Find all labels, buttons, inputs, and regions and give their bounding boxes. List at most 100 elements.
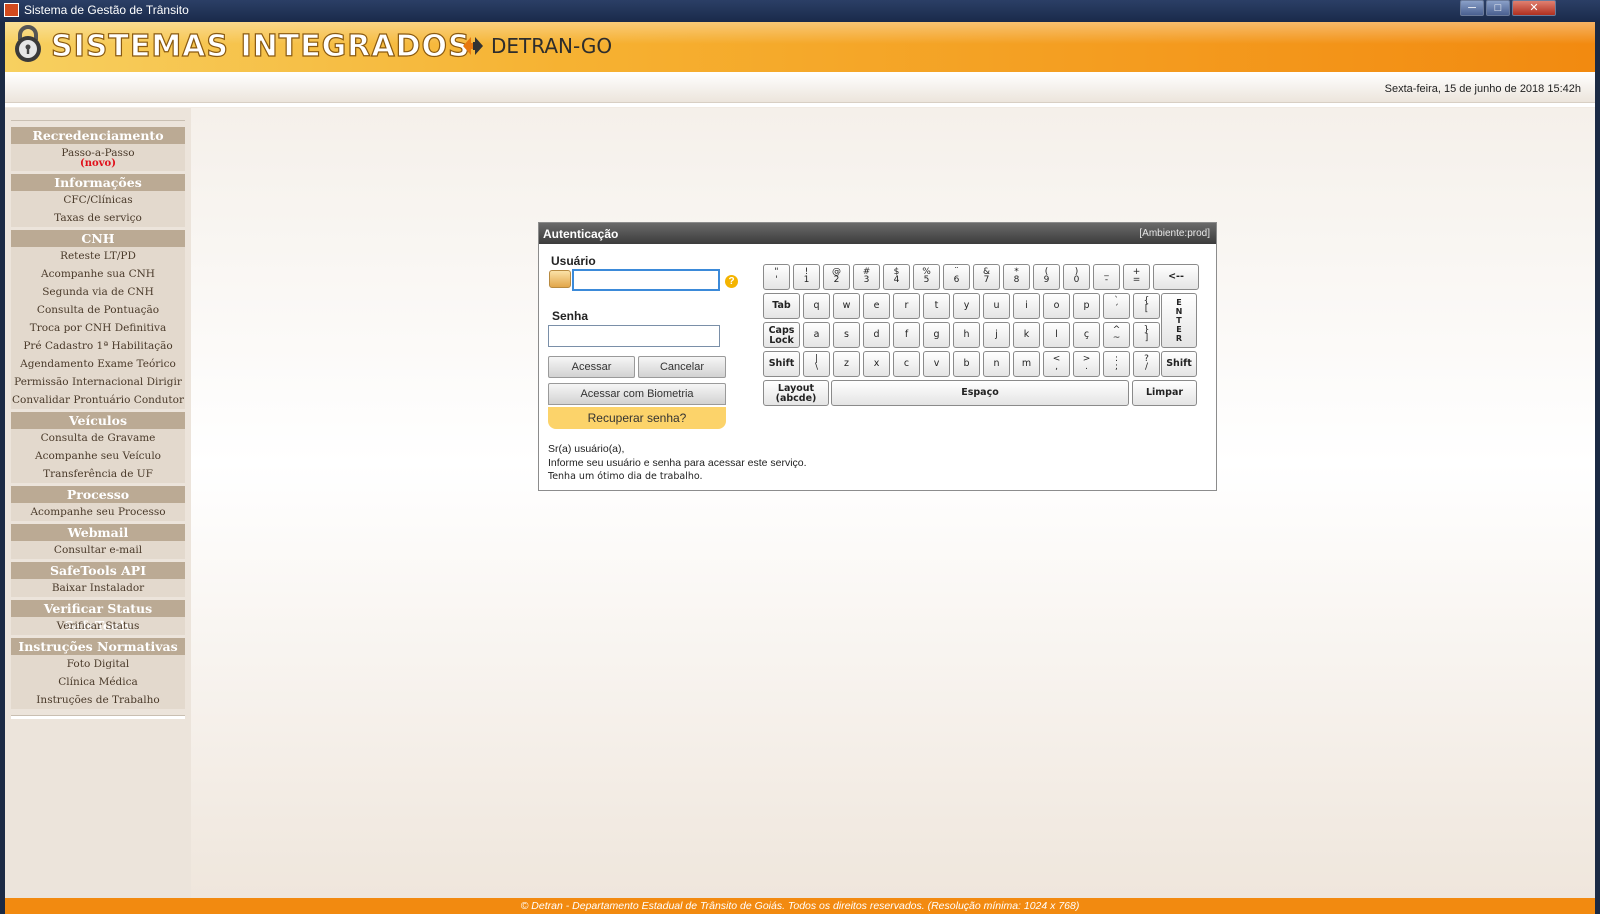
- keyboard-key[interactable]: #3: [853, 264, 880, 290]
- keyboard-key[interactable]: x: [863, 351, 890, 377]
- keyboard-key[interactable]: % 5: [913, 264, 940, 290]
- keyboard-key[interactable]: c: [893, 351, 920, 377]
- recover-password-link[interactable]: Recuperar senha?: [548, 407, 726, 429]
- minimize-button[interactable]: ─: [1460, 0, 1484, 16]
- keyboard-key[interactable]: ç: [1073, 322, 1100, 348]
- sidebar-item[interactable]: Consulta de Gravame: [11, 429, 185, 447]
- close-window-button[interactable]: ✕: [1512, 0, 1556, 16]
- keyboard-key[interactable]: _ -: [1093, 264, 1120, 290]
- keyboard-key[interactable]: ¨ 6: [943, 264, 970, 290]
- sidebar-item[interactable]: Consultar e-mail: [11, 541, 185, 559]
- keyboard-key[interactable]: f: [893, 322, 920, 348]
- space-key[interactable]: Espaço: [831, 380, 1129, 406]
- keyboard-key[interactable]: t: [923, 293, 950, 319]
- keyboard-key[interactable]: h: [953, 322, 980, 348]
- sidebar-item[interactable]: Instruções de Trabalho: [11, 691, 185, 709]
- sidebar-item[interactable]: Permissão Internacional Dirigir: [11, 373, 185, 391]
- sidebar-item[interactable]: Agendamento Exame Teórico: [11, 355, 185, 373]
- sidebar-item[interactable]: Verificar Status: [11, 617, 185, 635]
- keyboard-key[interactable]: (9: [1033, 264, 1060, 290]
- shift-key-left[interactable]: Shift: [763, 351, 800, 377]
- sidebar-group: Recredenciamento Passo-a-Passo (novo): [11, 127, 185, 171]
- keyboard-key[interactable]: }]: [1133, 322, 1160, 348]
- keyboard-key[interactable]: & 7: [973, 264, 1000, 290]
- sidebar-item[interactable]: Acompanhe sua CNH: [11, 265, 185, 283]
- keyboard-key[interactable]: * 8: [1003, 264, 1030, 290]
- sidebar-item[interactable]: Consulta de Pontuação: [11, 301, 185, 319]
- keyboard-key[interactable]: <,: [1043, 351, 1070, 377]
- sidebar-group: Informações CFC/Clínicas Taxas de serviço: [11, 174, 185, 227]
- divider: [11, 120, 185, 121]
- sidebar-item[interactable]: CFC/Clínicas: [11, 191, 185, 209]
- sidebar-item[interactable]: Segunda via de CNH: [11, 283, 185, 301]
- keyboard-key[interactable]: ` ´: [1103, 293, 1130, 319]
- help-icon[interactable]: ?: [725, 275, 738, 288]
- sidebar-item[interactable]: Clínica Médica: [11, 673, 185, 691]
- keyboard-key[interactable]: $4: [883, 264, 910, 290]
- caps-lock-key[interactable]: Caps Lock: [763, 322, 800, 348]
- cancel-button[interactable]: Cancelar: [638, 356, 726, 378]
- tab-key[interactable]: Tab: [763, 293, 800, 319]
- sidebar-item[interactable]: Acompanhe seu Veículo: [11, 447, 185, 465]
- keyboard-key[interactable]: + =: [1123, 264, 1150, 290]
- keyboard-key[interactable]: ^ ~: [1103, 322, 1130, 348]
- sidebar-item[interactable]: Reteste LT/PD: [11, 247, 185, 265]
- keyboard-key[interactable]: g: [923, 322, 950, 348]
- keyboard-key[interactable]: d: [863, 322, 890, 348]
- sidebar-group: Webmail Consultar e-mail: [11, 524, 185, 559]
- keyboard-key[interactable]: " ': [763, 264, 790, 290]
- keyboard-key[interactable]: y: [953, 293, 980, 319]
- keyboard-key[interactable]: | \: [803, 351, 830, 377]
- shift-key-right[interactable]: Shift: [1161, 351, 1197, 377]
- keyboard-key[interactable]: b: [953, 351, 980, 377]
- keyboard-key[interactable]: z: [833, 351, 860, 377]
- sidebar-item[interactable]: Convalidar Prontuário Condutor: [11, 391, 185, 409]
- keyboard-key[interactable]: {[: [1133, 293, 1160, 319]
- keyboard-key[interactable]: >.: [1073, 351, 1100, 377]
- sidebar-item[interactable]: Baixar Instalador: [11, 579, 185, 597]
- keyboard-key[interactable]: s: [833, 322, 860, 348]
- keyboard-key[interactable]: n: [983, 351, 1010, 377]
- enter-key[interactable]: ENTER: [1161, 293, 1197, 348]
- keyboard-key[interactable]: @2: [823, 264, 850, 290]
- sidebar-group: Veículos Consulta de Gravame Acompanhe seu…: [11, 412, 185, 483]
- sidebar-item[interactable]: Foto Digital: [11, 655, 185, 673]
- maximize-button[interactable]: □: [1486, 0, 1510, 16]
- sidebar-item[interactable]: Taxas de serviço: [11, 209, 185, 227]
- sidebar-group-title: Verificar Status SafeTools: [11, 600, 185, 633]
- sidebar-item[interactable]: Transferência de UF: [11, 465, 185, 483]
- keyboard-key[interactable]: e: [863, 293, 890, 319]
- keyboard-key[interactable]: j: [983, 322, 1010, 348]
- biometric-access-button[interactable]: Acessar com Biometria: [548, 383, 726, 405]
- password-input[interactable]: [548, 325, 720, 347]
- keyboard-key[interactable]: r: [893, 293, 920, 319]
- keyboard-key[interactable]: a: [803, 322, 830, 348]
- keyboard-key[interactable]: q: [803, 293, 830, 319]
- auth-panel: Autenticação [Ambiente:prod] Usuário ? S…: [538, 222, 1217, 491]
- username-input[interactable]: [572, 269, 720, 291]
- lock-logo-icon: [15, 25, 41, 62]
- keyboard-key[interactable]: k: [1013, 322, 1040, 348]
- message-line: Tenha um ótimo dia de trabalho.: [548, 471, 703, 482]
- keyboard-key[interactable]: v: [923, 351, 950, 377]
- keyboard-key[interactable]: l: [1043, 322, 1070, 348]
- keyboard-key[interactable]: u: [983, 293, 1010, 319]
- sidebar-item[interactable]: Passo-a-Passo (novo): [11, 144, 185, 171]
- access-button[interactable]: Acessar: [548, 356, 635, 378]
- username-label: Usuário: [551, 254, 596, 268]
- keyboard-key[interactable]: ) 0: [1063, 264, 1090, 290]
- keyboard-key[interactable]: ? /: [1133, 351, 1160, 377]
- keyboard-key[interactable]: ! 1: [793, 264, 820, 290]
- keyboard-key[interactable]: i: [1013, 293, 1040, 319]
- backspace-key[interactable]: <--: [1153, 264, 1199, 290]
- sidebar-item[interactable]: Acompanhe seu Processo: [11, 503, 185, 521]
- keyboard-key[interactable]: p: [1073, 293, 1100, 319]
- keyboard-key[interactable]: w: [833, 293, 860, 319]
- sidebar-item[interactable]: Troca por CNH Definitiva: [11, 319, 185, 337]
- keyboard-key[interactable]: :;: [1103, 351, 1130, 377]
- keyboard-key[interactable]: o: [1043, 293, 1070, 319]
- keyboard-key[interactable]: m: [1013, 351, 1040, 377]
- sidebar-item[interactable]: Pré Cadastro 1ª Habilitação: [11, 337, 185, 355]
- layout-key[interactable]: Layout (abcde): [763, 380, 829, 406]
- clear-key[interactable]: Limpar: [1132, 380, 1197, 406]
